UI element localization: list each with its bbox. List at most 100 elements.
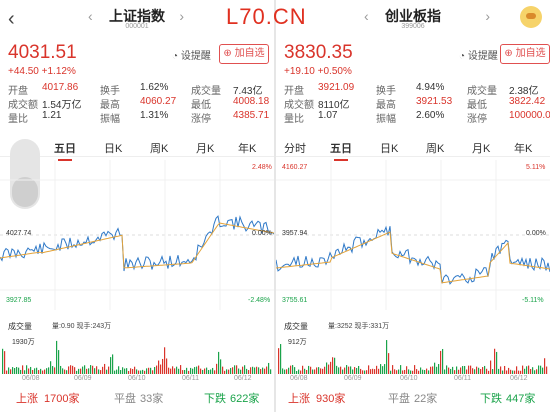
volume-bar <box>44 369 46 374</box>
volume-bar <box>486 368 488 374</box>
plus-icon: ⊕ <box>223 48 232 59</box>
tab-yearly-k[interactable]: 年K <box>238 140 256 156</box>
volume-bar <box>172 366 174 374</box>
volume-bar <box>114 370 116 374</box>
axis-top-price: 4160.27 <box>282 164 308 171</box>
volume-bar <box>350 366 352 374</box>
volume-bar <box>382 366 384 374</box>
next-stock-icon[interactable]: › <box>485 8 490 24</box>
avatar-icon[interactable] <box>520 6 542 28</box>
market-breadth: 上涨 1700家 平盘 33家 下跌 622家 <box>0 388 274 405</box>
volume-bar <box>256 366 258 374</box>
stats-grid: 开盘 3921.09 换手 4.94% 成交量 2.38亿 成交额 8110亿 … <box>284 82 550 125</box>
volume-bar <box>278 348 280 374</box>
volume-bar <box>412 370 414 374</box>
volume-bar <box>336 365 338 374</box>
volume-bar <box>270 369 272 374</box>
volume-bar <box>518 370 520 374</box>
set-alert-button[interactable]: ◔ 设提醒 <box>459 47 498 62</box>
volume-bar <box>384 364 386 374</box>
volume-bar <box>200 368 202 374</box>
volume-bar <box>416 369 418 374</box>
tab-intraday[interactable]: 分时 <box>284 140 306 156</box>
set-alert-button[interactable]: ◔ 设提醒 <box>172 47 211 62</box>
volume-bar <box>248 370 250 374</box>
average-line <box>0 222 274 269</box>
axis-top-pct: 5.11% <box>526 164 546 171</box>
volume-bar <box>68 366 70 374</box>
volume-bar <box>458 369 460 374</box>
stat-label: 成交额 <box>284 100 314 111</box>
volume-bar <box>434 362 436 374</box>
volume-bar <box>184 369 186 374</box>
volume-bar <box>250 367 252 374</box>
volume-bar <box>302 365 304 374</box>
tab-weekly-k[interactable]: 周K <box>426 140 444 156</box>
volume-bar <box>194 367 196 374</box>
volume-bar <box>72 365 74 374</box>
tab-weekly-k[interactable]: 周K <box>150 140 168 156</box>
volume-bar <box>430 366 432 374</box>
volume-bar <box>4 351 6 374</box>
stat-value: 1.31% <box>140 110 169 121</box>
add-watchlist-label: 加自选 <box>234 48 265 59</box>
volume-bar <box>498 368 500 374</box>
volume-bar <box>318 367 320 374</box>
volume-title: 成交量 <box>8 322 32 331</box>
volume-bar <box>38 370 40 374</box>
stat-value: 2.38亿 <box>509 86 539 97</box>
tab-monthly-k[interactable]: 月K <box>196 140 214 156</box>
volume-bar <box>316 367 318 374</box>
volume-bar <box>122 367 124 374</box>
volume-bar <box>444 369 446 374</box>
volume-bar <box>252 366 254 374</box>
date-axis: 06/08 06/09 06/10 06/11 06/12 <box>0 375 274 385</box>
tab-five-day[interactable]: 五日 <box>330 140 352 161</box>
volume-bar <box>158 360 160 374</box>
add-watchlist-button[interactable]: ⊕ 加自选 <box>219 44 269 64</box>
volume-bar <box>136 369 138 374</box>
volume-bar <box>424 370 426 374</box>
tab-monthly-k[interactable]: 月K <box>472 140 490 156</box>
volume-bar <box>222 366 224 374</box>
stat-value: 1.54万亿 <box>42 100 82 111</box>
volume-bar <box>208 370 210 374</box>
volume-bar <box>132 368 134 374</box>
change-value: +44.50 <box>8 66 39 77</box>
volume-bar <box>414 365 416 374</box>
change-pct: +1.12% <box>41 66 76 77</box>
volume-bar <box>494 348 496 374</box>
volume-bar <box>280 344 282 374</box>
volume-bar <box>326 362 328 374</box>
volume-bar <box>338 367 340 374</box>
volume-bar <box>230 368 232 374</box>
tab-yearly-k[interactable]: 年K <box>514 140 532 156</box>
volume-bar <box>232 367 234 374</box>
add-watchlist-label: 加自选 <box>515 48 546 59</box>
tab-five-day[interactable]: 五日 <box>54 140 76 161</box>
price-change: +44.50 +1.12% <box>8 66 76 77</box>
five-day-chart[interactable]: 4160.27 5.11% 3957.94 0.00% 3755.61 -5.1… <box>276 160 550 310</box>
volume-bar <box>98 369 100 374</box>
tab-daily-k[interactable]: 日K <box>104 140 122 156</box>
volume-bar <box>60 365 62 374</box>
flat-label: 平盘 <box>388 393 410 405</box>
plus-icon: ⊕ <box>504 48 513 59</box>
axis-mid-pct: 0.00% <box>252 230 272 237</box>
volume-bar <box>178 368 180 374</box>
volume-bar <box>224 370 226 374</box>
next-stock-icon[interactable]: › <box>179 8 184 24</box>
volume-bar <box>528 365 530 374</box>
volume-bar <box>376 365 378 374</box>
add-watchlist-button[interactable]: ⊕ 加自选 <box>500 44 550 64</box>
volume-bar <box>408 369 410 374</box>
volume-bar <box>154 367 156 374</box>
volume-bar <box>70 365 72 374</box>
volume-bar <box>216 363 218 374</box>
tab-daily-k[interactable]: 日K <box>380 140 398 156</box>
volume-bar <box>30 366 32 374</box>
volume-bar <box>82 366 84 374</box>
stat-label: 涨停 <box>467 114 487 125</box>
stat-label: 最高 <box>100 100 120 111</box>
five-day-chart[interactable]: 2.48% 4027.74 0.00% 3927.85 -2.48% <box>0 160 274 310</box>
